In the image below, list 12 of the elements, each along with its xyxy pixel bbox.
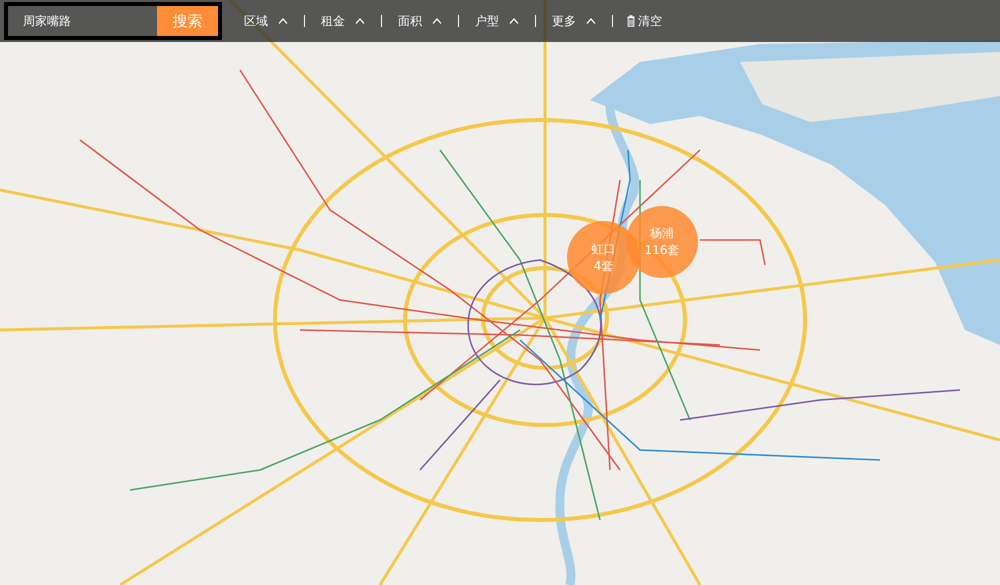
clear-button[interactable]: 清空: [627, 9, 662, 33]
trash-icon: [627, 15, 635, 27]
caret-up-icon: [509, 18, 519, 24]
filter-dropdown[interactable]: 区域: [242, 9, 290, 33]
caret-up-icon: [355, 18, 365, 24]
filter-dropdown[interactable]: 户型: [473, 9, 521, 33]
caret-up-icon: [278, 18, 288, 24]
caret-up-icon: [432, 18, 442, 24]
filter-dropdown[interactable]: 租金: [319, 9, 367, 33]
filter-dropdown[interactable]: 更多: [550, 9, 598, 33]
caret-up-icon: [586, 18, 596, 24]
filter-dropdown[interactable]: 面积: [396, 9, 444, 33]
